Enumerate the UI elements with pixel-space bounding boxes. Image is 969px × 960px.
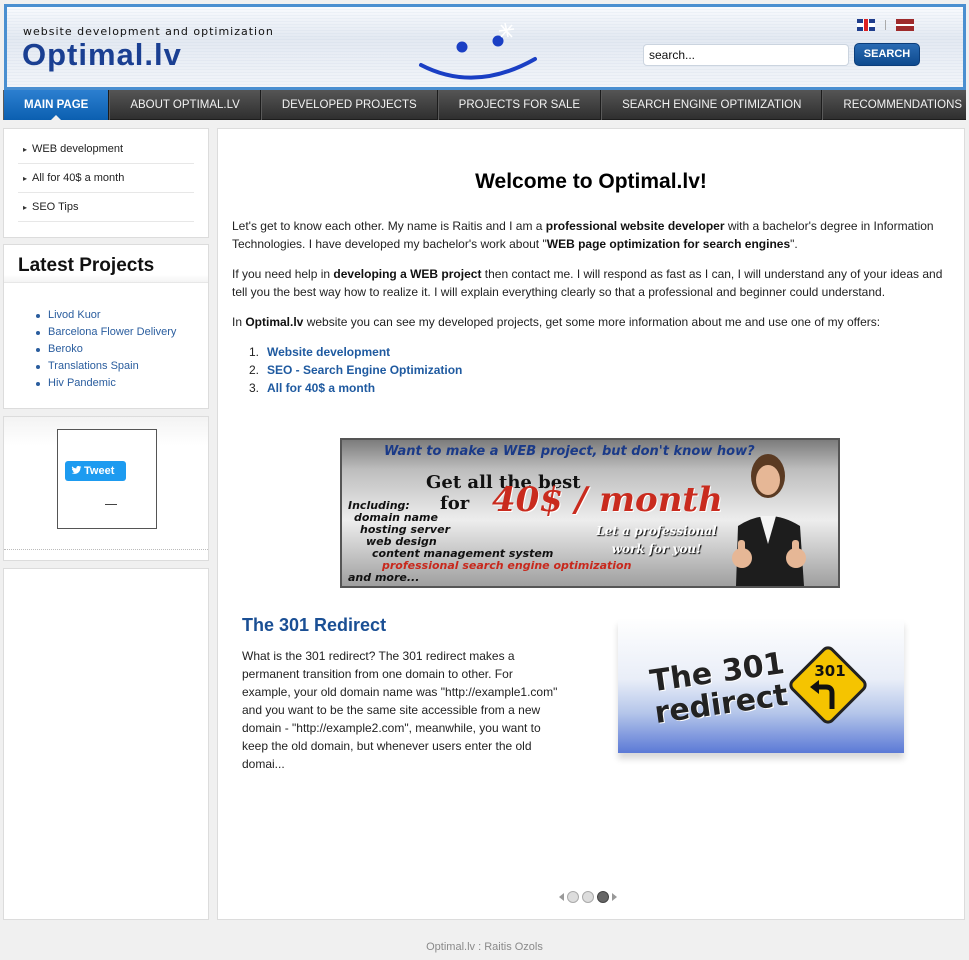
social-counter — [105, 504, 117, 505]
tweet-button[interactable]: Tweet — [65, 461, 126, 481]
banner-headline: Want to make a WEB project, but don't kn… — [384, 444, 755, 459]
offer-link[interactable]: All for 40$ a month — [267, 381, 375, 395]
bullet-icon — [36, 331, 40, 335]
bullet-icon — [36, 365, 40, 369]
smiley-logo-icon — [419, 22, 537, 80]
help-paragraph: If you need help in developing a WEB pro… — [232, 265, 947, 301]
slider-dot[interactable] — [567, 891, 579, 903]
text-run: In — [232, 315, 246, 329]
article-image-caption: The 301 redirect — [648, 646, 791, 731]
uk-flag-icon[interactable] — [857, 19, 875, 31]
intro-paragraph: Let's get to know each other. My name is… — [232, 217, 947, 253]
project-link[interactable]: Barcelona Flower Delivery — [36, 324, 208, 341]
offer-item: 1. Website development — [249, 343, 462, 361]
language-divider — [885, 20, 886, 30]
offer-link[interactable]: Website development — [267, 345, 390, 359]
nav-item-about[interactable]: ABOUT OPTIMAL.LV — [109, 90, 261, 120]
slider-controls — [559, 891, 617, 903]
banner-incl-line: professional search engine optimization — [382, 559, 632, 572]
offer-number: 3. — [249, 381, 260, 395]
banner-included-list: Including: domain name hosting server we… — [348, 500, 631, 584]
service-label: All for 40$ a month — [32, 172, 125, 184]
banner-incl-line: and more... — [348, 571, 420, 584]
site-logo[interactable]: Optimal.lv — [22, 37, 182, 73]
article-title[interactable]: The 301 Redirect — [242, 615, 386, 636]
site-header: website development and optimization Opt… — [4, 4, 966, 90]
arrow-bullet-icon: ▸ — [23, 203, 28, 212]
social-widget: Tweet — [57, 429, 157, 529]
bold-text: developing a WEB project — [333, 267, 482, 281]
arrow-bullet-icon: ▸ — [23, 145, 28, 154]
offer-item: 2. SEO - Search Engine Optimization — [249, 361, 462, 379]
businesswoman-thumbs-up-image — [732, 454, 806, 586]
article-image[interactable]: The 301 redirect 301 — [618, 619, 904, 753]
project-label: Barcelona Flower Delivery — [48, 326, 177, 338]
text-run: If you need help in — [232, 267, 334, 281]
article-excerpt: What is the 301 redirect? The 301 redire… — [242, 649, 558, 771]
sidebar-empty-panel — [3, 568, 209, 920]
divider — [4, 549, 208, 550]
latvia-flag-icon[interactable] — [896, 19, 914, 31]
services-panel: ▸ WEB development ▸ All for 40$ a month ▸ S… — [3, 128, 209, 238]
bold-text: professional website developer — [545, 219, 725, 233]
bullet-icon — [36, 348, 40, 352]
text-run: Let's get to know each other. My name is… — [232, 219, 546, 233]
main-content: Welcome to Optimal.lv! Let's get to know… — [217, 128, 965, 920]
offers-paragraph: In Optimal.lv website you can see my dev… — [232, 313, 947, 331]
bold-text: WEB page optimization for search engines — [546, 237, 791, 251]
nav-item-main-page[interactable]: MAIN PAGE — [3, 90, 110, 120]
tweet-label: Tweet — [84, 465, 115, 477]
slider-prev-icon[interactable] — [559, 893, 564, 901]
project-label: Translations Spain — [48, 360, 139, 372]
promo-banner[interactable]: Want to make a WEB project, but don't kn… — [340, 438, 840, 588]
offers-list: 1. Website development 2. SEO - Search Eng… — [249, 343, 462, 397]
latest-projects-panel: Latest Projects Livod Kuor Barcelona Flo… — [3, 244, 209, 409]
search-input[interactable] — [643, 44, 849, 66]
twitter-bird-icon — [71, 465, 82, 474]
bold-text: Optimal.lv — [245, 315, 304, 329]
offer-link[interactable]: SEO - Search Engine Optimization — [267, 363, 462, 377]
bullet-icon — [36, 314, 40, 318]
text-run: ". — [790, 237, 798, 251]
offer-number: 1. — [249, 345, 260, 359]
service-item[interactable]: ▸ SEO Tips — [18, 193, 194, 222]
bullet-icon — [36, 382, 40, 386]
road-sign-number: 301 — [814, 662, 845, 680]
project-label: Hiv Pandemic — [48, 377, 116, 389]
nav-item-projects-for-sale[interactable]: PROJECTS FOR SALE — [437, 90, 602, 120]
projects-list: Livod Kuor Barcelona Flower Delivery Ber… — [36, 307, 208, 392]
project-link[interactable]: Hiv Pandemic — [36, 375, 208, 392]
slider-dot[interactable] — [582, 891, 594, 903]
nav-item-seo[interactable]: SEARCH ENGINE OPTIMIZATION — [601, 90, 823, 120]
road-sign-icon: 301 — [789, 646, 867, 724]
social-panel: Tweet — [3, 416, 209, 561]
service-item[interactable]: ▸ WEB development — [18, 135, 194, 164]
nav-item-developed-projects[interactable]: DEVELOPED PROJECTS — [260, 90, 438, 120]
project-label: Livod Kuor — [48, 309, 101, 321]
site-footer: Optimal.lv : Raitis Ozols — [426, 941, 543, 953]
text-run: website you can see my developed project… — [303, 315, 881, 329]
service-item[interactable]: ▸ All for 40$ a month — [18, 164, 194, 193]
nav-item-recommendations[interactable]: RECOMMENDATIONS — [822, 90, 969, 120]
main-navigation: MAIN PAGE ABOUT OPTIMAL.LV DEVELOPED PRO… — [3, 90, 966, 120]
project-label: Beroko — [48, 343, 83, 355]
service-label: WEB development — [32, 143, 124, 155]
arrow-bullet-icon: ▸ — [23, 174, 28, 183]
offer-item: 3. All for 40$ a month — [249, 379, 462, 397]
slider-next-icon[interactable] — [612, 893, 617, 901]
search-button[interactable]: SEARCH — [854, 43, 920, 66]
service-label: SEO Tips — [32, 201, 79, 213]
slider-dot-active[interactable] — [597, 891, 609, 903]
project-link[interactable]: Translations Spain — [36, 358, 208, 375]
latest-projects-title: Latest Projects — [4, 245, 208, 283]
offer-number: 2. — [249, 363, 260, 377]
project-link[interactable]: Beroko — [36, 341, 208, 358]
language-switcher — [857, 19, 914, 31]
services-list: ▸ WEB development ▸ All for 40$ a month ▸ S… — [18, 135, 194, 222]
page-title: Welcome to Optimal.lv! — [475, 170, 707, 193]
project-link[interactable]: Livod Kuor — [36, 307, 208, 324]
